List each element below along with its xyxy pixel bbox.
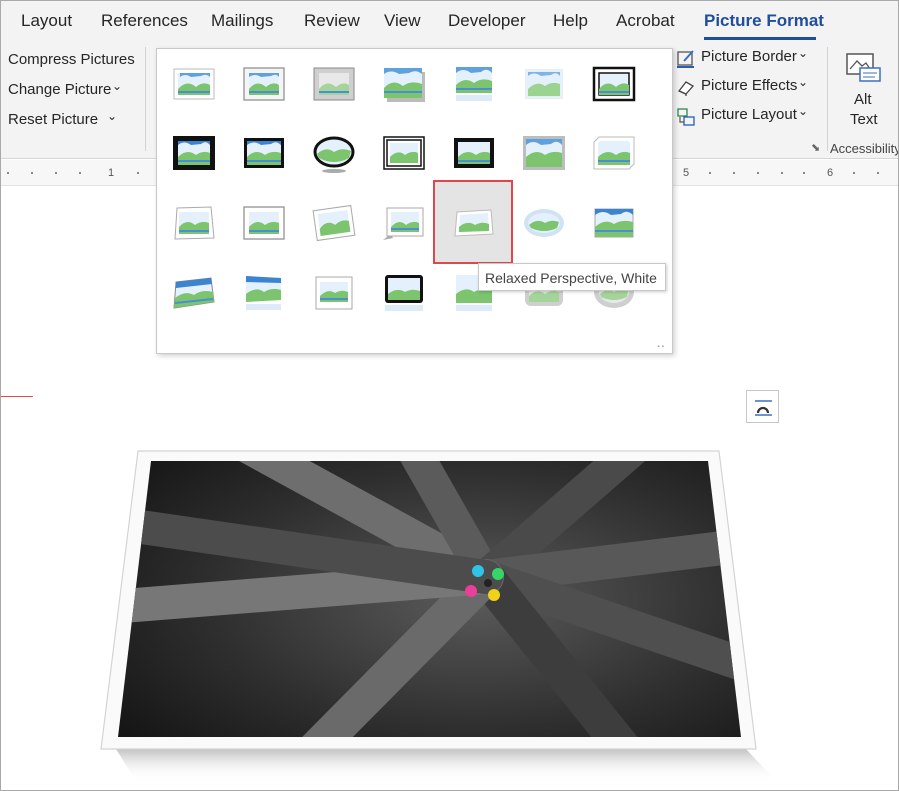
tab-layout[interactable]: Layout [21, 11, 72, 31]
style-relaxed-perspective-white[interactable] [451, 200, 497, 246]
style-beveled-oval-black[interactable] [311, 130, 357, 176]
chevron-down-icon: ⌄ [107, 109, 118, 123]
tab-review[interactable]: Review [304, 11, 360, 31]
tab-help[interactable]: Help [553, 11, 588, 31]
ruler-mark-1: 1 [108, 167, 115, 179]
style-double-frame-black[interactable] [591, 61, 637, 107]
picture-border-label: Picture Border [701, 48, 797, 65]
alt-text-line2: Text [850, 111, 878, 128]
style-bevel-perspective[interactable] [171, 270, 217, 316]
change-picture-label: Change Picture [8, 81, 112, 98]
chevron-down-icon: ⌄ [798, 75, 809, 89]
tab-acrobat[interactable]: Acrobat [616, 11, 675, 31]
tab-view[interactable]: View [384, 11, 421, 31]
style-perspective-shadow-white[interactable] [381, 200, 427, 246]
document-picture[interactable] [96, 449, 786, 784]
style-compound-frame-black[interactable] [381, 130, 427, 176]
alt-text-button[interactable]: Alt Text [841, 51, 887, 131]
reset-picture-label: Reset Picture [8, 111, 99, 128]
style-bevel-perspective-left-white[interactable] [311, 270, 357, 316]
tab-picture-format[interactable]: Picture Format [704, 11, 824, 31]
word-window: Layout References Mailings Review View D… [0, 0, 899, 791]
resize-grip-icon[interactable]: ⠠⠄ [653, 340, 668, 351]
style-bevel-rectangle[interactable] [591, 200, 637, 246]
reset-icon [1, 112, 3, 130]
alt-text-icon [845, 51, 883, 92]
pen-border-icon [676, 49, 696, 68]
group-separator [827, 47, 828, 151]
style-moderate-frame-white[interactable] [171, 200, 217, 246]
change-picture-icon [1, 82, 3, 100]
picture-layout-label: Picture Layout [701, 106, 797, 123]
style-beveled-white[interactable] [241, 200, 287, 246]
layout-options-button[interactable] [746, 390, 779, 423]
picture-styles-gallery: ⠠⠄ [156, 48, 673, 354]
tab-mailings[interactable]: Mailings [211, 11, 273, 31]
style-rounded-diagonal-corner[interactable] [521, 130, 567, 176]
style-metal-frame[interactable] [311, 61, 357, 107]
ruler-mark-5: 5 [683, 167, 690, 179]
accessibility-group-label: Accessibility [830, 141, 899, 156]
effects-icon [676, 78, 696, 96]
active-tab-indicator [704, 37, 816, 40]
style-beveled-matte-white[interactable] [241, 61, 287, 107]
tab-references[interactable]: References [101, 11, 188, 31]
group-separator [145, 47, 146, 151]
dialog-launcher-icon[interactable]: ⬊ [811, 141, 820, 154]
tab-developer[interactable]: Developer [448, 11, 526, 31]
compress-icon [1, 52, 3, 70]
style-tooltip: Relaxed Perspective, White [478, 263, 666, 291]
chevron-down-icon: ⌄ [112, 79, 123, 93]
ruler-mark-6: 6 [827, 167, 834, 179]
wrap-text-icon [755, 400, 772, 416]
chevron-down-icon: ⌄ [798, 46, 809, 60]
style-simple-frame-white[interactable] [171, 61, 217, 107]
style-reflected-rounded-rectangle[interactable] [451, 61, 497, 107]
layout-icon [676, 107, 696, 126]
style-drop-shadow-rectangle[interactable] [381, 61, 427, 107]
red-squiggle [1, 396, 33, 397]
style-thick-matte-black[interactable] [171, 130, 217, 176]
style-reflected-bevel-black[interactable] [381, 270, 427, 316]
ribbon-tab-bar: Layout References Mailings Review View D… [1, 1, 898, 41]
style-rotated-white[interactable] [311, 200, 357, 246]
style-soft-edge-oval[interactable] [521, 200, 567, 246]
style-snip-diagonal-corner-white[interactable] [591, 130, 637, 176]
picture-effects-label: Picture Effects [701, 77, 798, 94]
style-simple-frame-black[interactable] [241, 130, 287, 176]
style-reflected-perspective-right[interactable] [241, 270, 287, 316]
style-center-shadow-rectangle[interactable] [451, 130, 497, 176]
chevron-down-icon: ⌄ [798, 104, 809, 118]
style-soft-edge-rectangle[interactable] [521, 61, 567, 107]
alt-text-line1: Alt [854, 91, 872, 108]
compress-pictures-label: Compress Pictures [8, 51, 135, 68]
